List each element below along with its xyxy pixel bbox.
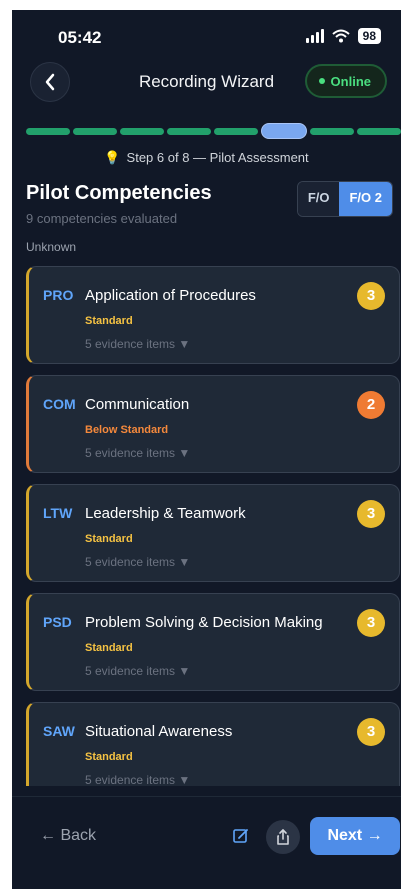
online-dot-icon	[318, 78, 325, 84]
progress-segment	[214, 127, 258, 135]
competency-card[interactable]: COM Communication Below Standard 5 evidence…	[26, 375, 400, 473]
progress-segment	[310, 127, 354, 135]
competency-status: Below Standard	[85, 424, 169, 436]
online-label: Online	[330, 73, 371, 89]
competency-name: Problem Solving & Decision Making	[85, 614, 323, 631]
section-title: Pilot Competencies	[26, 182, 212, 204]
evidence-toggle[interactable]: 5 evidence items ▼	[85, 773, 190, 786]
competency-card[interactable]: PSD Problem Solving & Decision Making Stan…	[26, 593, 400, 691]
step-text: Step 6 of 8 — Pilot Assessment	[126, 150, 309, 165]
status-icons: 98	[305, 28, 381, 44]
competency-card[interactable]: LTW Leadership & Teamwork Standard 5 eviden…	[26, 484, 400, 582]
wifi-icon	[331, 29, 350, 43]
share-button[interactable]	[266, 820, 300, 854]
app-screen: 05:42 98 Recording Wizard Online 💡 Step …	[12, 10, 401, 889]
progress-segment-current	[261, 123, 307, 139]
competency-code: PSD	[43, 614, 72, 630]
competency-code: COM	[43, 396, 76, 412]
step-progress-bar	[26, 123, 401, 139]
competency-card[interactable]: PRO Application of Procedures Standard 5 ev…	[26, 266, 400, 364]
competency-code: PRO	[43, 287, 74, 303]
score-badge: 3	[357, 500, 385, 528]
signal-icon	[305, 29, 324, 43]
next-button[interactable]: Next →	[310, 817, 400, 855]
progress-segment	[120, 127, 164, 135]
share-icon	[277, 829, 289, 845]
competency-status: Standard	[85, 642, 133, 654]
bottom-action-bar: ← Back Next →	[12, 796, 401, 889]
competency-list: PRO Application of Procedures Standard 5 ev…	[26, 266, 401, 786]
edit-icon[interactable]	[232, 827, 250, 845]
competency-name: Communication	[85, 396, 190, 413]
progress-segment	[26, 127, 70, 135]
evidence-toggle[interactable]: 5 evidence items ▼	[85, 555, 190, 569]
score-badge: 3	[357, 609, 385, 637]
competency-code: SAW	[43, 723, 75, 739]
evidence-toggle[interactable]: 5 evidence items ▼	[85, 664, 190, 678]
step-indicator: 💡 Step 6 of 8 — Pilot Assessment	[12, 150, 401, 166]
crew-member-label: Unknown	[26, 240, 77, 254]
lightbulb-icon: 💡	[104, 150, 121, 165]
online-status-badge: Online	[304, 64, 387, 98]
section-subtitle: 9 competencies evaluated	[26, 211, 178, 226]
evidence-toggle[interactable]: 5 evidence items ▼	[85, 446, 190, 460]
evidence-toggle[interactable]: 5 evidence items ▼	[85, 337, 190, 351]
score-badge: 3	[357, 718, 385, 746]
competency-status: Standard	[85, 315, 133, 327]
progress-segment	[167, 127, 211, 135]
competency-status: Standard	[85, 751, 133, 763]
competency-code: LTW	[43, 505, 73, 521]
competency-card[interactable]: SAW Situational Awareness Standard 5 eviden…	[26, 702, 400, 786]
toggle-fo[interactable]: F/O	[297, 182, 340, 216]
battery-icon: 98	[357, 28, 381, 44]
competency-name: Leadership & Teamwork	[85, 505, 246, 522]
score-badge: 3	[357, 282, 385, 310]
competency-name: Application of Procedures	[85, 287, 256, 304]
competency-name: Situational Awareness	[85, 723, 233, 740]
status-bar: 05:42 98	[12, 10, 401, 62]
back-button[interactable]: ← Back	[40, 827, 96, 845]
progress-segment	[357, 127, 401, 135]
top-bar: Recording Wizard Online	[12, 62, 401, 112]
toggle-fo2[interactable]: F/O 2	[339, 182, 392, 216]
competency-status: Standard	[85, 533, 133, 545]
progress-segment	[73, 127, 117, 135]
status-time: 05:42	[58, 28, 102, 47]
crew-toggle: F/O F/O 2	[296, 181, 393, 217]
score-badge: 2	[357, 391, 385, 419]
